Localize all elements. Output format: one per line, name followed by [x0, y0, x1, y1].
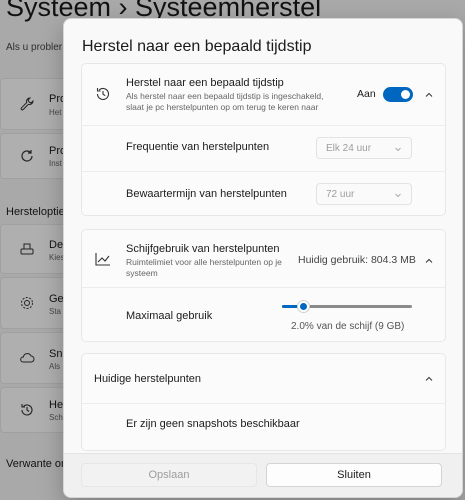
- chart-icon: [95, 253, 110, 266]
- empty-message: Er zijn geen snapshots beschikbaar: [126, 418, 300, 430]
- chevron-down-icon: [395, 193, 401, 198]
- frequency-value: Elk 24 uur: [326, 143, 372, 154]
- restore-heading: Herstel naar een bepaald tijdstip: [126, 77, 284, 89]
- frequency-label: Frequentie van herstelpunten: [126, 141, 270, 153]
- dialog-content: Herstel naar een bepaald tijdstip Als he…: [64, 63, 462, 455]
- save-button[interactable]: Opslaan: [81, 463, 257, 487]
- current-usage: Huidig gebruik: 804.3 MB: [298, 254, 416, 266]
- restore-toggle[interactable]: [383, 87, 413, 102]
- toggle-knob: [401, 90, 410, 99]
- retention-label: Bewaartermijn van herstelpunten: [126, 188, 287, 200]
- chevron-down-icon: [395, 147, 401, 152]
- current-restore-points-group: Huidige herstelpunten Er zijn geen snaps…: [81, 353, 446, 451]
- dialog-title: Herstel naar een bepaald tijdstip: [82, 38, 312, 55]
- dialog-footer: Opslaan Sluiten: [64, 453, 462, 497]
- frequency-select[interactable]: Elk 24 uur: [316, 137, 412, 159]
- disk-header-row[interactable]: Schijfgebruik van herstelpunten Ruimteli…: [82, 230, 445, 287]
- slider-caption: 2.0% van de schijf (9 GB): [291, 321, 405, 332]
- retention-select[interactable]: 72 uur: [316, 183, 412, 205]
- disk-heading: Schijfgebruik van herstelpunten: [126, 243, 280, 255]
- max-usage-label: Maximaal gebruik: [126, 310, 213, 322]
- max-usage-slider[interactable]: [282, 300, 412, 314]
- retention-value: 72 uur: [326, 189, 355, 200]
- restore-point-dialog: Herstel naar een bepaald tijdstip Herste…: [63, 18, 463, 498]
- restore-description: Als herstel naar een bepaald tijdstip is…: [126, 91, 324, 112]
- chevron-up-icon[interactable]: [423, 255, 435, 267]
- current-header-row[interactable]: Huidige herstelpunten: [82, 354, 445, 403]
- chevron-up-icon[interactable]: [423, 89, 435, 101]
- slider-thumb[interactable]: [297, 300, 310, 313]
- disk-usage-group: Schijfgebruik van herstelpunten Ruimteli…: [81, 229, 446, 342]
- disk-description: Ruimtelimiet voor alle herstelpunten op …: [126, 257, 282, 278]
- toggle-state-label: Aan: [357, 88, 376, 100]
- current-heading: Huidige herstelpunten: [94, 373, 202, 385]
- close-button[interactable]: Sluiten: [266, 463, 442, 487]
- empty-row: Er zijn geen snapshots beschikbaar: [82, 404, 445, 452]
- retention-row: Bewaartermijn van herstelpunten 72 uur: [82, 172, 445, 217]
- max-usage-row: Maximaal gebruik 2.0% van de schijf (9 G…: [82, 288, 445, 343]
- frequency-row: Frequentie van herstelpunten Elk 24 uur: [82, 126, 445, 171]
- history-icon: [96, 87, 110, 100]
- restore-settings-group: Herstel naar een bepaald tijdstip Als he…: [81, 63, 446, 216]
- chevron-up-icon[interactable]: [423, 373, 435, 385]
- restore-header-row[interactable]: Herstel naar een bepaald tijdstip Als he…: [82, 64, 445, 125]
